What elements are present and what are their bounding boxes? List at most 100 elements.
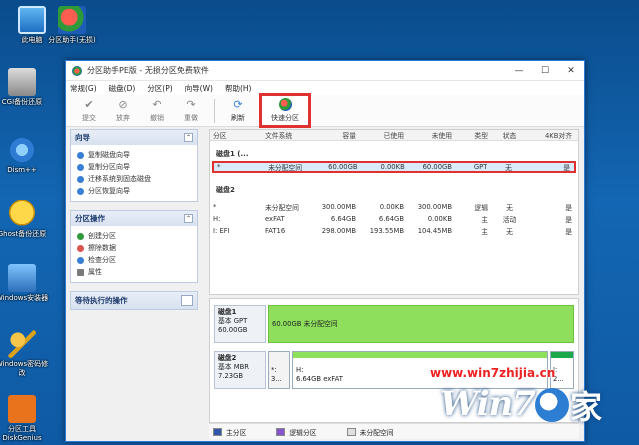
toolbar-separator [214, 98, 215, 123]
cell: 主 [481, 216, 488, 224]
legend-swatch [213, 427, 222, 436]
legend-swatch [346, 427, 356, 436]
desktop-icon-cgi[interactable]: CGI备份还原 [0, 68, 50, 107]
redo-icon: ↷ [186, 97, 196, 111]
partition-assistant-icon [58, 6, 86, 34]
wizard-copy-disk[interactable]: 复制磁盘向导 [77, 149, 191, 161]
undo-icon: ↶ [152, 97, 162, 111]
maximize-button[interactable]: ☐ [532, 61, 558, 81]
disk-name: 磁盘1 [218, 308, 237, 316]
commit-label: 提交 [82, 113, 96, 122]
check-icon [77, 256, 84, 264]
pending-ops-header[interactable]: 等待执行的操作 [71, 292, 197, 309]
refresh-button[interactable]: ⟳ 刷新 [221, 97, 255, 123]
cell: * [217, 163, 221, 171]
wizard-copy-partition[interactable]: 复制分区向导 [77, 161, 191, 173]
segment-letter: *: [271, 366, 277, 374]
col-4k-align[interactable]: 4KB对齐 [528, 130, 576, 140]
cell: 主 [481, 228, 488, 236]
disk2-info[interactable]: 磁盘2 基本 MBR 7.23GB [214, 351, 266, 389]
table-row[interactable]: * 未分配空间 60.00GB 0.00KB 60.00GB GPT 无 是 [212, 161, 576, 173]
wizard-panel: 向导 ⌃ 复制磁盘向导 复制分区向导 迁移系统到固态磁盘 分区恢复向导 [70, 129, 198, 202]
desktop-icon-windows-installer[interactable]: Windows安装器 [0, 264, 50, 303]
disk1-unallocated-segment[interactable]: 60.00GB 未分配空间 [268, 305, 574, 343]
col-type[interactable]: 类型 [452, 130, 488, 140]
commit-button[interactable]: ✔ 提交 [72, 97, 106, 123]
left-panel: 向导 ⌃ 复制磁盘向导 复制分区向导 迁移系统到固态磁盘 分区恢复向导 分区操作… [70, 129, 198, 318]
partition-ops-panel: 分区操作 ⌃ 创建分区 擦除数据 检查分区 属性 [70, 210, 198, 283]
op-create-partition[interactable]: 创建分区 [77, 230, 191, 242]
close-button[interactable]: ✕ [558, 61, 584, 81]
col-used[interactable]: 已使用 [356, 130, 404, 140]
cell: 300.00MB [417, 203, 452, 211]
table-row[interactable]: * 未分配空间 300.00MB 0.00KB 300.00MB 逻辑 无 是 [210, 201, 578, 213]
cell: 193.55MB [369, 227, 404, 235]
segment-size: 3... [271, 375, 282, 383]
menu-disk[interactable]: 磁盘(D) [109, 83, 136, 94]
wizard-panel-header[interactable]: 向导 ⌃ [71, 130, 197, 145]
table-row[interactable]: H: exFAT 6.64GB 6.64GB 0.00KB 主 活动 是 [210, 213, 578, 225]
create-icon [77, 232, 84, 240]
watermark-url: www.win7zhijia.cn [430, 366, 556, 380]
cell: exFAT [265, 215, 285, 223]
disk2-label[interactable]: 磁盘2 [210, 183, 578, 197]
desktop-icon-password[interactable]: Windows密码修改 [0, 330, 50, 378]
col-capacity[interactable]: 容量 [314, 130, 356, 140]
partition-ops-header[interactable]: 分区操作 ⌃ [71, 211, 197, 226]
cell: 0.00KB [380, 163, 405, 171]
quick-partition-label: 快速分区 [271, 114, 299, 122]
disk2-unallocated-segment[interactable]: *: 3... [268, 351, 290, 389]
computer-icon [18, 6, 46, 34]
undo-button[interactable]: ↶ 撤销 [140, 97, 174, 123]
wizard-migrate-os[interactable]: 迁移系统到固态磁盘 [77, 173, 191, 185]
title-bar[interactable]: 分区助手PE版 - 无损分区免费软件 — ☐ ✕ [66, 61, 584, 81]
pending-ops-title: 等待执行的操作 [75, 296, 128, 305]
menu-general[interactable]: 常规(G) [70, 83, 97, 94]
quick-partition-icon [278, 98, 292, 111]
legend-unallocated: 未分配空间 [346, 427, 394, 437]
wizard-partition-recovery[interactable]: 分区恢复向导 [77, 185, 191, 197]
desktop-icon-partition-assistant[interactable]: 分区助手(无损) [44, 6, 100, 45]
redo-button[interactable]: ↷ 重做 [174, 97, 208, 123]
disk1-map-row[interactable]: 磁盘1 基本 GPT 60.00GB 60.00GB 未分配空间 [214, 305, 574, 343]
op-properties[interactable]: 属性 [77, 266, 191, 278]
discard-button[interactable]: ⊘ 放弃 [106, 98, 140, 123]
legend-logical: 逻辑分区 [276, 427, 317, 437]
legend-swatch [276, 427, 286, 436]
col-unused[interactable]: 未使用 [404, 130, 452, 140]
desktop-icon-dism[interactable]: Dism++ [0, 136, 50, 175]
table-row[interactable]: I: EFI FAT16 298.00MB 193.55MB 104.45MB … [210, 225, 578, 237]
collapse-icon[interactable]: ⌃ [184, 214, 193, 223]
item-label: 创建分区 [88, 232, 116, 240]
menu-partition[interactable]: 分区(P) [147, 83, 172, 94]
col-filesystem[interactable]: 文件系统 [262, 130, 314, 140]
minimize-button[interactable]: — [506, 61, 532, 81]
menu-wizard[interactable]: 向导(W) [185, 83, 213, 94]
collapse-icon[interactable]: ⌃ [184, 133, 193, 142]
refresh-label: 刷新 [231, 113, 245, 122]
menu-help[interactable]: 帮助(H) [225, 83, 252, 94]
op-check-partition[interactable]: 检查分区 [77, 254, 191, 266]
refresh-icon: ⟳ [233, 97, 243, 111]
undo-label: 撤销 [150, 113, 164, 122]
item-label: 迁移系统到固态磁盘 [88, 175, 151, 183]
gear-icon [8, 136, 36, 164]
quick-partition-button[interactable]: 快速分区 [259, 93, 311, 128]
pending-ops-panel: 等待执行的操作 [70, 291, 198, 310]
disk1-label[interactable]: 磁盘1 (... [210, 147, 578, 161]
col-partition[interactable]: 分区 [210, 130, 262, 140]
disk1-info[interactable]: 磁盘1 基本 GPT 60.00GB [214, 305, 266, 343]
cell: H: [213, 215, 221, 223]
desktop-icon-label: 此电脑 [21, 36, 43, 44]
item-label: 检查分区 [88, 256, 116, 264]
cell: I: EFI [213, 227, 230, 235]
collapse-icon[interactable] [181, 295, 193, 306]
cell: FAT16 [265, 227, 286, 235]
desktop-icon-label: CGI备份还原 [1, 98, 43, 106]
segment-letter: H: [296, 366, 304, 374]
desktop-icon-ghost[interactable]: Ghost备份还原 [0, 200, 50, 239]
col-status[interactable]: 状态 [488, 130, 528, 140]
op-wipe-data[interactable]: 擦除数据 [77, 242, 191, 254]
desktop-icon-diskgenius[interactable]: 分区工具DiskGenius [0, 395, 50, 443]
check-icon: ✔ [84, 97, 94, 111]
